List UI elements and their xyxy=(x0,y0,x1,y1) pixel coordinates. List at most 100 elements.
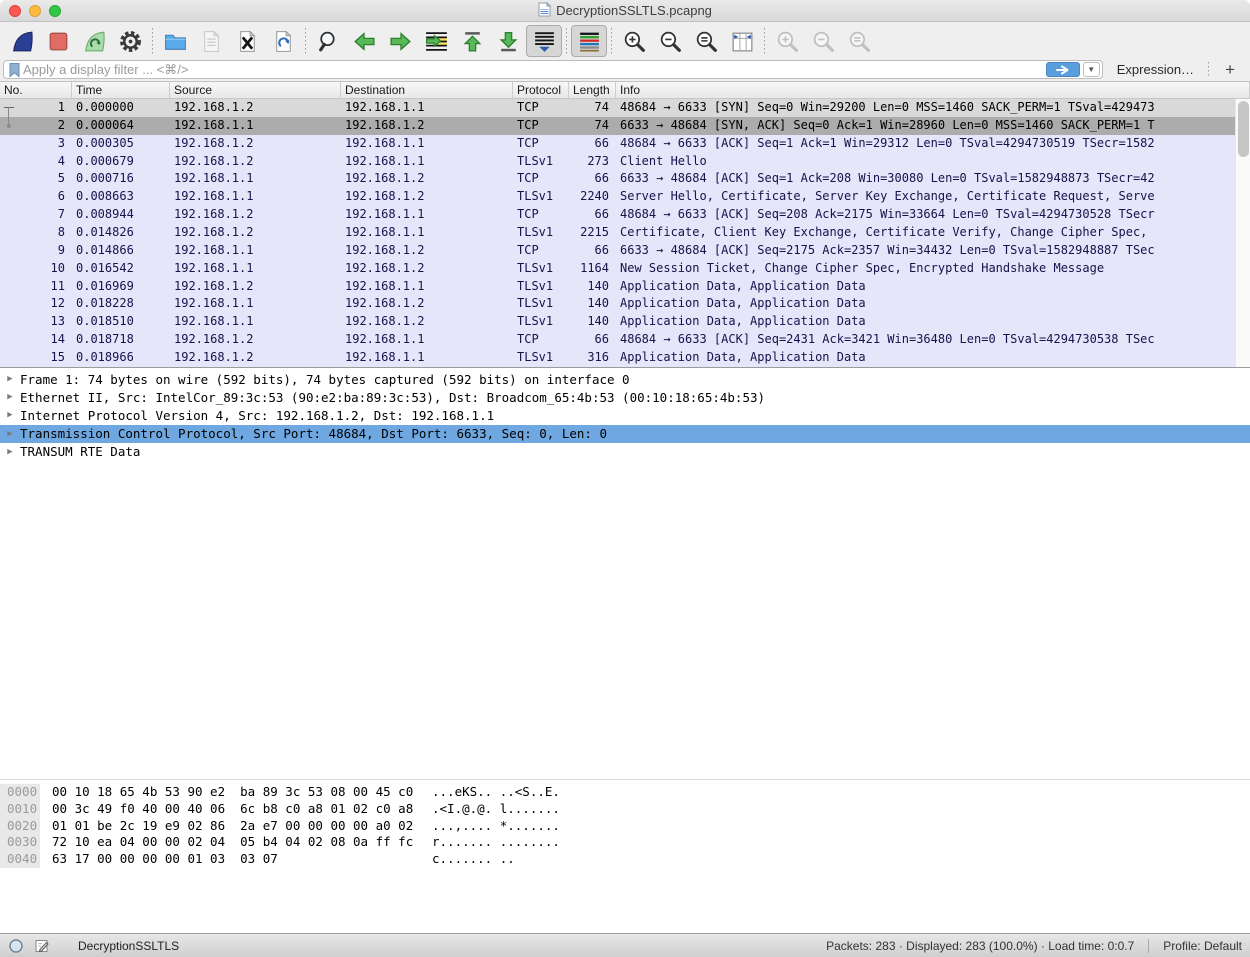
toolbar-separator xyxy=(764,28,765,54)
apply-filter-button[interactable] xyxy=(1046,62,1080,77)
hex-ascii: c....... .. xyxy=(432,851,515,868)
toolbar-separator xyxy=(611,28,612,54)
hex-dump-row[interactable]: 0020 01 01 be 2c 19 e9 02 86 2a e7 00 00… xyxy=(0,818,1250,835)
column-header-length[interactable]: Length xyxy=(569,82,616,98)
packet-row[interactable]: 14 0.018718 192.168.1.2 192.168.1.1 TCP … xyxy=(0,331,1250,349)
expand-triangle-icon[interactable]: ▶ xyxy=(0,429,20,439)
bookmark-icon[interactable] xyxy=(6,62,23,78)
display-filter-bar: ▼ Expression… + xyxy=(0,60,1250,82)
hex-dump-row[interactable]: 0040 63 17 00 00 00 00 01 03 03 07 c....… xyxy=(0,851,1250,868)
packet-row[interactable]: 10 0.016542 192.168.1.1 192.168.1.2 TLSv… xyxy=(0,260,1250,278)
packet-row[interactable]: 15 0.018966 192.168.1.2 192.168.1.1 TLSv… xyxy=(0,349,1250,367)
auto-scroll-icon[interactable] xyxy=(526,25,562,57)
go-forward-icon[interactable] xyxy=(382,25,418,57)
column-header-destination[interactable]: Destination xyxy=(341,82,513,98)
go-back-icon[interactable] xyxy=(346,25,382,57)
hex-bytes: 00 3c 49 f0 40 00 40 06 6c b8 c0 a8 01 0… xyxy=(40,801,432,818)
packet-row[interactable]: 3 0.000305 192.168.1.2 192.168.1.1 TCP 6… xyxy=(0,135,1250,153)
toolbar-separator xyxy=(305,28,306,54)
status-packet-counts: Packets: 283 · Displayed: 283 (100.0%) ·… xyxy=(826,939,1148,953)
column-header-protocol[interactable]: Protocol xyxy=(513,82,569,98)
hex-dump-row[interactable]: 0000 00 10 18 65 4b 53 90 e2 ba 89 3c 53… xyxy=(0,784,1250,801)
close-window-button[interactable] xyxy=(9,5,21,17)
packet-row[interactable]: 9 0.014866 192.168.1.1 192.168.1.2 TCP 6… xyxy=(0,242,1250,260)
status-bar: DecryptionSSLTLS Packets: 283 · Displaye… xyxy=(0,933,1250,957)
colorize-packets-icon[interactable] xyxy=(571,25,607,57)
go-last-packet-icon[interactable] xyxy=(490,25,526,57)
packet-details-pane: ▶ Frame 1: 74 bytes on wire (592 bits), … xyxy=(0,367,1250,779)
minimize-window-button[interactable] xyxy=(29,5,41,17)
find-packet-icon[interactable] xyxy=(310,25,346,57)
title-bar: DecryptionSSLTLS.pcapng xyxy=(0,0,1250,22)
reload-file-icon[interactable] xyxy=(265,25,301,57)
restart-capture-icon[interactable] xyxy=(76,25,112,57)
display-filter-input[interactable] xyxy=(23,62,1042,77)
expand-triangle-icon[interactable]: ▶ xyxy=(0,392,20,402)
expression-button[interactable]: Expression… xyxy=(1109,62,1202,77)
start-capture-icon[interactable] xyxy=(4,25,40,57)
packet-row[interactable]: 4 0.000679 192.168.1.2 192.168.1.1 TLSv1… xyxy=(0,153,1250,171)
zoom-reset-icon[interactable] xyxy=(688,25,724,57)
toolbar-separator xyxy=(566,28,567,54)
expand-triangle-icon[interactable]: ▶ xyxy=(0,374,20,384)
packet-row[interactable]: 12 0.018228 192.168.1.1 192.168.1.2 TLSv… xyxy=(0,295,1250,313)
packet-row[interactable]: 1 0.000000 192.168.1.2 192.168.1.1 TCP 7… xyxy=(0,99,1250,117)
zoom-in-icon[interactable] xyxy=(616,25,652,57)
detail-tree-row[interactable]: ▶ Frame 1: 74 bytes on wire (592 bits), … xyxy=(0,370,1250,388)
wireshark-window: DecryptionSSLTLS.pcapng xyxy=(0,0,1250,957)
hex-dump-row[interactable]: 0030 72 10 ea 04 00 00 02 04 05 b4 04 02… xyxy=(0,834,1250,851)
expand-triangle-icon[interactable]: ▶ xyxy=(0,447,20,457)
hex-offset: 0020 xyxy=(0,818,40,835)
hex-offset: 0010 xyxy=(0,801,40,818)
stop-capture-icon[interactable] xyxy=(40,25,76,57)
hex-bytes: 01 01 be 2c 19 e9 02 86 2a e7 00 00 00 0… xyxy=(40,818,432,835)
hex-ascii: .<I.@.@. l....... xyxy=(432,801,560,818)
detail-tree-row[interactable]: ▶ Ethernet II, Src: IntelCor_89:3c:53 (9… xyxy=(0,388,1250,406)
zoom-window-button[interactable] xyxy=(49,5,61,17)
main-toolbar xyxy=(0,22,1250,60)
hex-ascii: ...,.... *....... xyxy=(432,818,560,835)
column-header-info[interactable]: Info xyxy=(616,82,1250,98)
zoom-in-disabled-icon xyxy=(769,25,805,57)
go-to-packet-icon[interactable] xyxy=(418,25,454,57)
column-header-time[interactable]: Time xyxy=(72,82,170,98)
column-header-no[interactable]: No. xyxy=(0,82,72,98)
packet-list: 1 0.000000 192.168.1.2 192.168.1.1 TCP 7… xyxy=(0,99,1250,367)
add-filter-button[interactable]: + xyxy=(1215,60,1245,80)
capture-options-icon[interactable] xyxy=(112,25,148,57)
status-file-name: DecryptionSSLTLS xyxy=(78,939,179,953)
open-file-icon[interactable] xyxy=(157,25,193,57)
resize-columns-icon[interactable] xyxy=(724,25,760,57)
filter-history-dropdown[interactable]: ▼ xyxy=(1083,62,1100,77)
packet-row[interactable]: 2 0.000064 192.168.1.1 192.168.1.2 TCP 7… xyxy=(0,117,1250,135)
hex-dump-row[interactable]: 0010 00 3c 49 f0 40 00 40 06 6c b8 c0 a8… xyxy=(0,801,1250,818)
packet-row[interactable]: 11 0.016969 192.168.1.2 192.168.1.1 TLSv… xyxy=(0,278,1250,296)
scrollbar-thumb[interactable] xyxy=(1238,101,1249,157)
save-file-icon[interactable] xyxy=(193,25,229,57)
status-profile[interactable]: Profile: Default xyxy=(1148,939,1242,953)
close-file-icon[interactable] xyxy=(229,25,265,57)
packet-row[interactable]: 13 0.018510 192.168.1.1 192.168.1.2 TLSv… xyxy=(0,313,1250,331)
detail-tree-row[interactable]: ▶ Internet Protocol Version 4, Src: 192.… xyxy=(0,406,1250,424)
zoom-out-icon[interactable] xyxy=(652,25,688,57)
window-title: DecryptionSSLTLS.pcapng xyxy=(556,3,712,18)
packet-row[interactable]: 7 0.008944 192.168.1.2 192.168.1.1 TCP 6… xyxy=(0,206,1250,224)
packet-row[interactable]: 6 0.008663 192.168.1.1 192.168.1.2 TLSv1… xyxy=(0,188,1250,206)
hex-bytes: 00 10 18 65 4b 53 90 e2 ba 89 3c 53 08 0… xyxy=(40,784,432,801)
hex-offset: 0040 xyxy=(0,851,40,868)
go-first-packet-icon[interactable] xyxy=(454,25,490,57)
expand-triangle-icon[interactable]: ▶ xyxy=(0,410,20,420)
packet-row[interactable]: 8 0.014826 192.168.1.2 192.168.1.1 TLSv1… xyxy=(0,224,1250,242)
packet-list-scrollbar[interactable] xyxy=(1235,99,1250,367)
packet-row[interactable]: 5 0.000716 192.168.1.1 192.168.1.2 TCP 6… xyxy=(0,170,1250,188)
display-filter-field[interactable]: ▼ xyxy=(3,60,1103,79)
expert-info-icon[interactable] xyxy=(8,938,24,954)
document-icon xyxy=(538,2,551,20)
detail-tree-row[interactable]: ▶ TRANSUM RTE Data xyxy=(0,443,1250,461)
filterbar-separator xyxy=(1208,62,1209,78)
detail-tree-row[interactable]: ▶ Transmission Control Protocol, Src Por… xyxy=(0,425,1250,443)
capture-comment-icon[interactable] xyxy=(34,938,50,954)
column-header-source[interactable]: Source xyxy=(170,82,341,98)
zoom-reset-disabled-icon xyxy=(841,25,877,57)
hex-bytes: 72 10 ea 04 00 00 02 04 05 b4 04 02 08 0… xyxy=(40,834,432,851)
